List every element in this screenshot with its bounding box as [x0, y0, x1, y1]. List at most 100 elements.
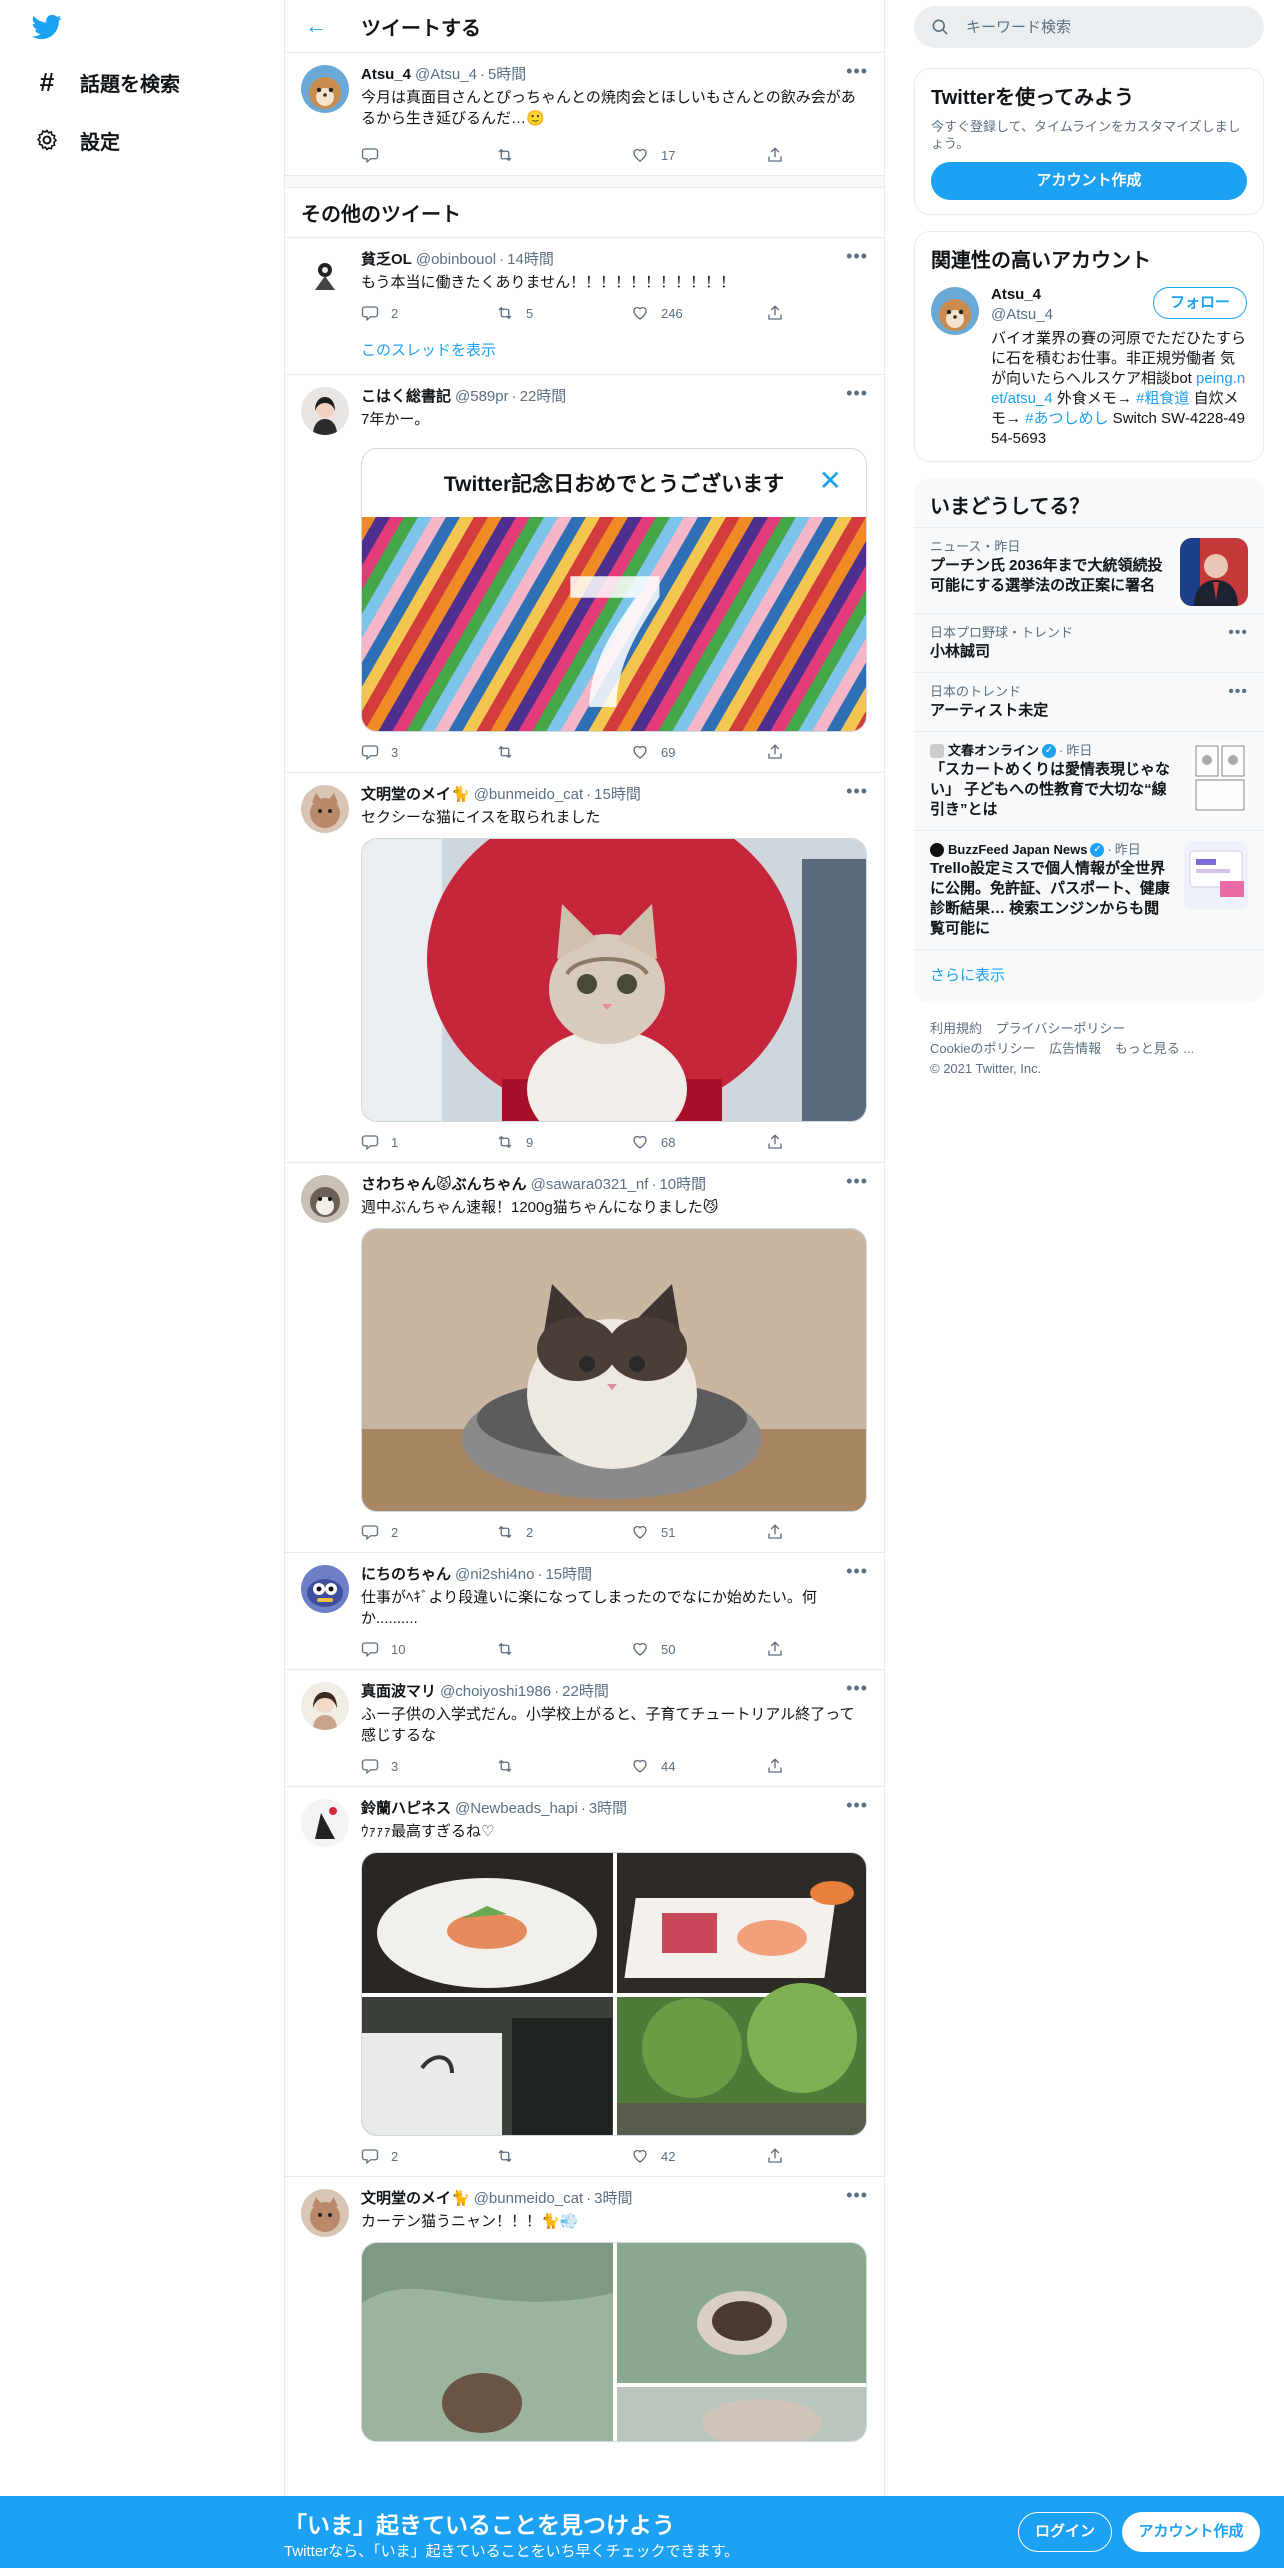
trend-item[interactable]: 日本のトレンド アーティスト未定 •••: [914, 672, 1264, 731]
footer-link-terms[interactable]: 利用規約: [930, 1021, 982, 1036]
photo-garden[interactable]: [617, 1983, 867, 2136]
like-button[interactable]: 42: [631, 2147, 766, 2165]
tweet-item[interactable]: こはく総書記 @589pr · 22時間 ••• 7年かー。 Twitter記念…: [285, 375, 884, 773]
more-options-icon[interactable]: •••: [846, 1678, 868, 1699]
photo-curtain-cat-1[interactable]: [362, 2243, 613, 2442]
reply-button[interactable]: 1: [361, 1133, 496, 1151]
photo-curtain-cat-2[interactable]: [617, 2243, 867, 2383]
footer-link-cookies[interactable]: Cookieのポリシー: [930, 1041, 1035, 1056]
tweet-item[interactable]: にちのちゃん @ni2shi4no · 15時間 ••• 仕事がﾍｷﾞより段違い…: [285, 1553, 884, 1670]
nav-explore[interactable]: # 話題を検索: [32, 62, 180, 102]
login-button[interactable]: ログイン: [1018, 2512, 1112, 2552]
show-more-link[interactable]: さらに表示: [914, 949, 1264, 1003]
create-account-button[interactable]: アカウント作成: [931, 162, 1247, 200]
trend-item[interactable]: 日本プロ野球・トレンド 小林誠司 •••: [914, 613, 1264, 672]
avatar[interactable]: [301, 1175, 349, 1223]
retweet-button[interactable]: 5: [496, 304, 631, 322]
tweet-time[interactable]: 14時間: [507, 250, 554, 270]
author-name[interactable]: にちのちゃん: [361, 1565, 451, 1585]
footer-link-privacy[interactable]: プライバシーポリシー: [996, 1021, 1126, 1036]
reply-button[interactable]: 2: [361, 1523, 496, 1541]
follow-button[interactable]: フォロー: [1152, 287, 1247, 319]
tweet-photo-grid[interactable]: [361, 2242, 867, 2442]
tweet-photo[interactable]: [361, 838, 867, 1122]
more-options-icon[interactable]: •••: [846, 383, 868, 404]
author-name[interactable]: さわちゃん😾ぶんちゃん: [361, 1175, 527, 1195]
author-handle[interactable]: @Atsu_4: [415, 65, 477, 85]
show-thread-link[interactable]: このスレッドを表示: [361, 333, 868, 374]
like-button[interactable]: 50: [631, 1640, 766, 1658]
reply-button[interactable]: 3: [361, 1757, 496, 1775]
tweet-item[interactable]: 文明堂のメイ🐈 @bunmeido_cat · 15時間 ••• セクシーな猫に…: [285, 773, 884, 1163]
bio-hashtag[interactable]: #粗食道: [1136, 390, 1189, 407]
reply-button[interactable]: 10: [361, 1640, 496, 1658]
photo-plate-dish[interactable]: [362, 1853, 613, 1993]
author-name[interactable]: 文明堂のメイ🐈: [361, 2189, 470, 2209]
more-options-icon[interactable]: •••: [1228, 624, 1248, 642]
retweet-button[interactable]: [496, 1640, 631, 1658]
retweet-button[interactable]: [496, 2147, 631, 2165]
trend-item[interactable]: ニュース・昨日 プーチン氏 2036年まで大統領続投可能にする選挙法の改正案に署…: [914, 527, 1264, 613]
share-button[interactable]: [766, 304, 796, 322]
retweet-button[interactable]: [496, 743, 631, 761]
more-options-icon[interactable]: •••: [846, 1795, 868, 1816]
like-button[interactable]: 246: [631, 304, 766, 322]
author-handle[interactable]: @choiyoshi1986: [440, 1682, 551, 1702]
author-name[interactable]: Atsu_4: [361, 65, 411, 85]
signup-button[interactable]: アカウント作成: [1122, 2512, 1260, 2552]
avatar[interactable]: [301, 2189, 349, 2237]
author-handle[interactable]: @sawara0321_nf: [531, 1175, 649, 1195]
photo-curtain-cat-3[interactable]: [617, 2387, 867, 2442]
tweet-time[interactable]: 5時間: [488, 65, 526, 85]
author-handle[interactable]: @ni2shi4no: [455, 1565, 534, 1585]
avatar[interactable]: [301, 250, 349, 298]
tweet-time[interactable]: 15時間: [594, 785, 641, 805]
reply-button[interactable]: 3: [361, 743, 496, 761]
footer-link-more[interactable]: もっと見る ...: [1115, 1041, 1194, 1056]
share-button[interactable]: [766, 2147, 796, 2165]
twitter-logo-icon[interactable]: [30, 12, 64, 42]
tweet-photo-grid[interactable]: [361, 1852, 867, 2136]
more-options-icon[interactable]: •••: [846, 61, 868, 82]
tweet-photo[interactable]: [361, 1228, 867, 1512]
retweet-button[interactable]: 9: [496, 1133, 631, 1151]
photo-sashimi-dish[interactable]: [617, 1853, 867, 1993]
like-button[interactable]: 17: [631, 146, 766, 164]
avatar[interactable]: [301, 1682, 349, 1730]
author-name[interactable]: 真面波マリ: [361, 1682, 436, 1702]
author-handle[interactable]: @Newbeads_hapi: [455, 1799, 578, 1819]
like-button[interactable]: 44: [631, 1757, 766, 1775]
trend-item[interactable]: 文春オンライン ✓ · 昨日 「スカートめくりは愛情表現じゃない」 子どもへの性…: [914, 731, 1264, 830]
more-options-icon[interactable]: •••: [846, 246, 868, 267]
avatar[interactable]: [301, 65, 349, 113]
tweet-time[interactable]: 3時間: [589, 1799, 627, 1819]
related-account[interactable]: Atsu_4 @Atsu_4 フォロー バイオ業界の賽の河原でただひたすらに石を…: [915, 281, 1263, 449]
more-options-icon[interactable]: •••: [1228, 683, 1248, 701]
search-input[interactable]: [966, 18, 1226, 36]
tweet-time[interactable]: 22時間: [520, 387, 567, 407]
main-tweet[interactable]: Atsu_4 @Atsu_4 · 5時間 ••• 今月は真面目さんとぴっちゃんと…: [285, 53, 884, 176]
bio-hashtag[interactable]: #あつしめし: [1025, 410, 1108, 427]
avatar[interactable]: [301, 785, 349, 833]
like-button[interactable]: 68: [631, 1133, 766, 1151]
more-options-icon[interactable]: •••: [846, 1561, 868, 1582]
avatar[interactable]: [301, 1565, 349, 1613]
tweet-item[interactable]: 貧乏OL @obinbouol · 14時間 ••• もう本当に働きたくありませ…: [285, 238, 884, 375]
author-handle[interactable]: @bunmeido_cat: [474, 2189, 583, 2209]
author-name[interactable]: こはく総書記: [361, 387, 451, 407]
share-button[interactable]: [766, 1757, 796, 1775]
tweet-time[interactable]: 10時間: [659, 1175, 706, 1195]
author-handle[interactable]: @589pr: [455, 387, 509, 407]
search-bar[interactable]: [914, 6, 1264, 48]
avatar[interactable]: [301, 387, 349, 435]
twitter-anniversary-card[interactable]: Twitter記念日おめでとうございます ✕ 7: [361, 448, 867, 732]
author-name[interactable]: 文明堂のメイ🐈: [361, 785, 470, 805]
reply-button[interactable]: [361, 146, 496, 164]
trend-item[interactable]: BuzzFeed Japan News ✓ · 昨日 Trello設定ミスで個人…: [914, 830, 1264, 949]
like-button[interactable]: 69: [631, 743, 766, 761]
author-handle[interactable]: @bunmeido_cat: [474, 785, 583, 805]
close-icon[interactable]: ✕: [819, 467, 842, 495]
avatar[interactable]: [931, 287, 979, 335]
tweet-item[interactable]: 真面波マリ @choiyoshi1986 · 22時間 ••• ふー子供の入学式…: [285, 1670, 884, 1787]
share-button[interactable]: [766, 1133, 796, 1151]
